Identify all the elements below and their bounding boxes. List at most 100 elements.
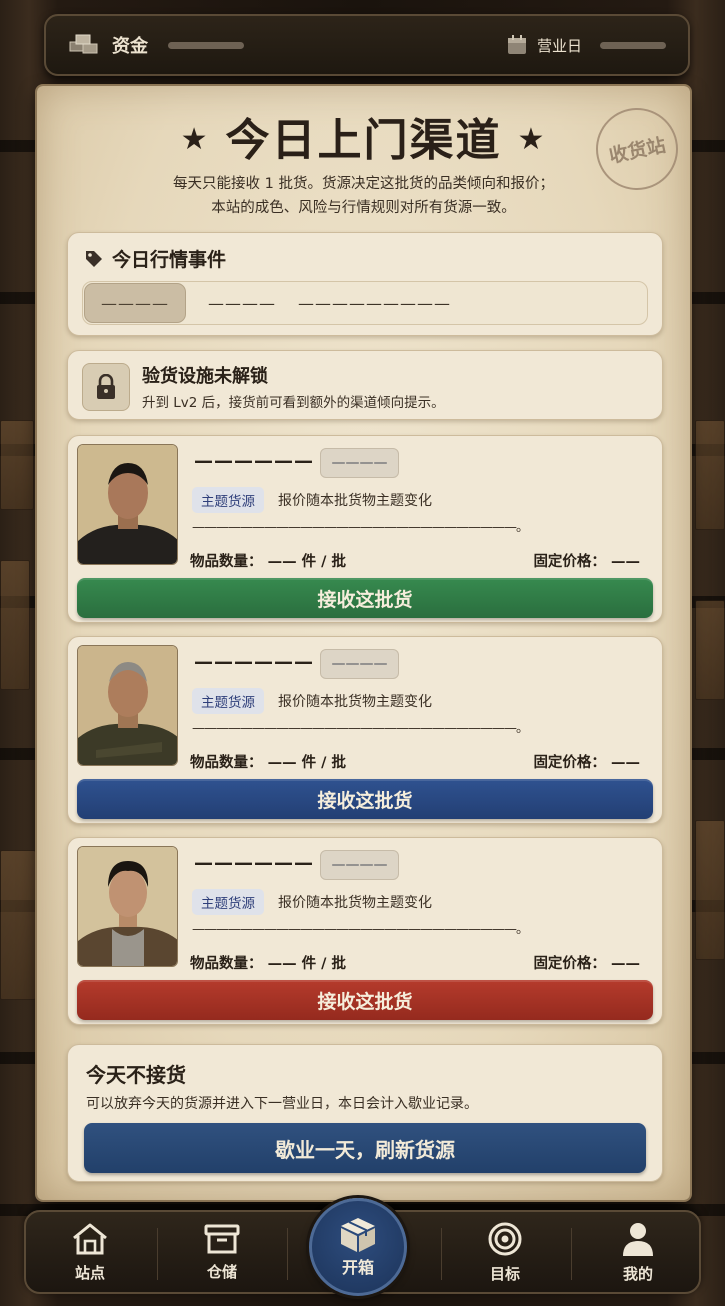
supplier-name: —————— [194,450,314,472]
calendar-icon [507,35,526,54]
price-info: 固定价格： —— [533,550,640,571]
nav-divider [441,1228,442,1280]
funds-label: 资金 [112,36,148,57]
quantity-label: 物品数量： [190,755,263,771]
skip-title: 今天不接货 [86,1063,186,1087]
supplier-badge: ———— [320,448,399,478]
nav-station[interactable]: 站点 [40,1212,140,1292]
quantity-value: —— 件 / 批 [267,755,347,771]
supplier-badge: ———— [320,649,399,679]
accept-batch-button[interactable]: 接收这批货 [77,578,653,618]
skip-desc: 可以放弃今天的货源并进入下一营业日，本日会计入歇业记录。 [86,1096,478,1112]
package-icon [341,1218,375,1252]
quantity-label: 物品数量： [190,956,263,972]
market-events-card: 今日行情事件 ———— ———— ————————— [67,232,663,336]
nav-mine[interactable]: 我的 [588,1212,688,1292]
theme-source-tag: 主题货源 [192,889,264,915]
accept-batch-button[interactable]: 接收这批货 [77,779,653,819]
events-tabs: ———— ———— ————————— [82,281,648,325]
inspection-title: 验货设施未解锁 [142,366,268,387]
title-text: 今日上门渠道 [225,115,502,166]
event-tab[interactable]: ————————— [298,294,451,313]
price-info: 固定价格： —— [533,751,640,772]
home-icon [73,1223,107,1254]
theme-desc: 报价随本批货物主题变化 [278,895,432,911]
target-icon [488,1222,522,1255]
close-shop-refresh-button[interactable]: 歇业一天，刷新货源 [84,1123,646,1173]
events-header: 今日行情事件 [84,245,226,272]
supplier-description: ———————————————————————————。 [192,922,529,937]
quantity-label: 物品数量： [190,554,263,570]
nav-divider [157,1228,158,1280]
supplier-description: ———————————————————————————。 [192,520,529,535]
supplier-card: —————— ———— 主题货源 报价随本批货物主题变化 ———————————… [67,435,663,623]
tag-icon [86,250,102,267]
subtitle-line: 每天只能接收 1 批货。货源决定这批货的品类倾向和报价； [173,176,554,192]
supplier-description: ———————————————————————————。 [192,721,529,736]
background-box [0,560,30,690]
inspection-desc: 升到 Lv2 后，接货前可看到额外的渠道倾向提示。 [142,395,445,411]
nav-storage[interactable]: 仓储 [172,1212,272,1292]
top-status-bar: 资金 营业日 [44,14,690,76]
supplier-card: —————— ———— 主题货源 报价随本批货物主题变化 ———————————… [67,636,663,824]
nav-divider [571,1228,572,1280]
page-title: ★ 今日上门渠道 ★ [37,104,690,168]
lock-icon [97,374,115,399]
price-info: 固定价格： —— [533,952,640,973]
coins-stack-icon [69,34,98,54]
nav-goals-label: 目标 [489,1264,520,1283]
supplier-portrait [77,846,178,967]
theme-source-tag: 主题货源 [192,688,264,714]
business-day-value [600,41,666,49]
bottom-navigation: 站点 仓储 开箱 目标 我的 [24,1198,701,1296]
archive-box-icon [204,1224,240,1253]
page-subtitle: 每天只能接收 1 批货。货源决定这批货的品类倾向和报价； 本站的成色、风险与行情… [57,172,670,220]
supplier-portrait [77,444,178,565]
event-tab[interactable]: ———— [84,283,186,323]
quantity-info: 物品数量： —— 件 / 批 [190,952,346,973]
quantity-info: 物品数量： —— 件 / 批 [190,550,346,571]
nav-storage-label: 仓储 [206,1262,237,1281]
theme-desc: 报价随本批货物主题变化 [278,694,432,710]
inspection-locked-card: 验货设施未解锁 升到 Lv2 后，接货前可看到额外的渠道倾向提示。 [67,350,663,420]
background-box [695,420,725,530]
supplier-name: —————— [194,651,314,673]
quantity-value: —— 件 / 批 [267,554,347,570]
nav-goals[interactable]: 目标 [455,1212,555,1292]
subtitle-line: 本站的成色、风险与行情规则对所有货源一致。 [211,200,516,216]
background-box [695,820,725,960]
supplier-portrait [77,645,178,766]
supplier-card: —————— ———— 主题货源 报价随本批货物主题变化 ———————————… [67,837,663,1025]
supplier-name: —————— [194,852,314,874]
nav-unbox-label: 开箱 [341,1258,374,1277]
price-label: 固定价格： [533,554,606,570]
price-value: —— [611,956,640,972]
business-day-label: 营业日 [536,36,582,55]
background-box [0,850,36,1000]
event-tab[interactable]: ———— [208,294,276,313]
quantity-info: 物品数量： —— 件 / 批 [190,751,346,772]
skip-today-card: 今天不接货 可以放弃今天的货源并进入下一营业日，本日会计入歇业记录。 歇业一天，… [67,1044,663,1182]
nav-station-label: 站点 [74,1263,105,1282]
user-icon [623,1222,653,1256]
accept-batch-button[interactable]: 接收这批货 [77,980,653,1020]
nav-divider [287,1228,288,1280]
star-icon: ★ [517,121,547,157]
price-label: 固定价格： [533,956,606,972]
price-label: 固定价格： [533,755,606,771]
background-box [695,600,725,700]
background-box [0,420,34,510]
price-value: —— [611,755,640,771]
nav-mine-label: 我的 [622,1264,653,1283]
supplier-badge: ———— [320,850,399,880]
quantity-value: —— 件 / 批 [267,956,347,972]
supplier-panel: ★ 今日上门渠道 ★ 收货站 每天只能接收 1 批货。货源决定这批货的品类倾向和报价… [37,86,690,1200]
star-icon: ★ [180,121,210,157]
theme-source-tag: 主题货源 [192,487,264,513]
theme-desc: 报价随本批货物主题变化 [278,493,432,509]
price-value: —— [611,554,640,570]
funds-value [168,41,244,49]
nav-unbox[interactable]: 开箱 [309,1198,407,1296]
events-title: 今日行情事件 [112,249,227,271]
lock-icon-box [82,363,130,411]
